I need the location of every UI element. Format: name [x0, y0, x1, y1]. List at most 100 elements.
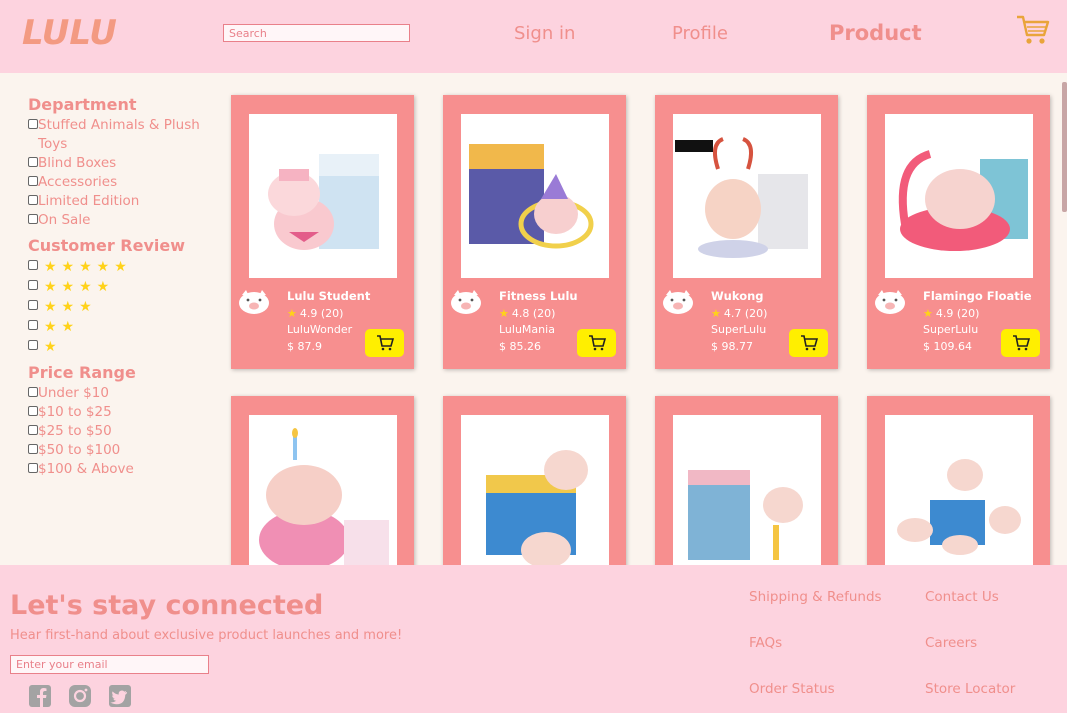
nav-profile[interactable]: Profile	[672, 23, 728, 44]
cart-icon	[800, 335, 818, 351]
logo-text: LULU	[22, 13, 117, 52]
star-rating-icons: ★★	[44, 319, 80, 335]
filter-label: Accessories	[38, 174, 118, 190]
filter-label: $25 to $50	[38, 423, 112, 439]
filter-label: $50 to $100	[38, 442, 121, 458]
link-faqs[interactable]: FAQs	[749, 635, 782, 651]
filter-review-2[interactable]: ★★	[28, 317, 208, 337]
search-input[interactable]	[223, 24, 410, 42]
nav-sign-in[interactable]: Sign in	[514, 23, 575, 44]
filter-price-100-above[interactable]: $100 & Above	[28, 460, 208, 479]
filter-review-3[interactable]: ★★★	[28, 297, 208, 317]
product-name[interactable]: Lulu Student	[287, 289, 370, 303]
cart-icon	[1012, 335, 1030, 351]
filter-label: Stuffed Animals & Plush Toys	[38, 117, 200, 152]
checkbox[interactable]	[28, 406, 38, 416]
product-rating: ★ 4.9 (20)	[923, 307, 979, 320]
add-to-cart-button[interactable]	[789, 329, 828, 357]
checkbox[interactable]	[28, 444, 38, 454]
product-image[interactable]	[461, 415, 609, 579]
filter-price-under-10[interactable]: Under $10	[28, 384, 208, 403]
add-to-cart-button[interactable]	[365, 329, 404, 357]
filter-label: Under $10	[38, 385, 109, 401]
filter-department-on-sale[interactable]: On Sale	[28, 211, 208, 230]
filter-department-accessories[interactable]: Accessories	[28, 173, 208, 192]
star-rating-icons: ★★★	[44, 299, 97, 315]
product-image[interactable]	[885, 114, 1033, 278]
product-card[interactable]: Fitness Lulu ★ 4.8 (20) LuluMania $ 85.26	[443, 95, 626, 369]
checkbox[interactable]	[28, 195, 38, 205]
product-card[interactable]: Lulu Student ★ 4.9 (20) LuluWonder $ 87.9	[231, 95, 414, 369]
filter-label: Blind Boxes	[38, 155, 117, 171]
product-image[interactable]	[673, 415, 821, 579]
lulu-logo[interactable]: LULU	[20, 10, 120, 52]
filter-price-25-50[interactable]: $25 to $50	[28, 422, 208, 441]
link-shipping-refunds[interactable]: Shipping & Refunds	[749, 589, 882, 605]
checkbox[interactable]	[28, 463, 38, 473]
filter-department-blind-boxes[interactable]: Blind Boxes	[28, 154, 208, 173]
pig-avatar-icon	[239, 290, 269, 314]
scrollbar[interactable]	[1062, 82, 1067, 212]
rating-value: 4.7 (20)	[723, 307, 768, 320]
add-to-cart-button[interactable]	[1001, 329, 1040, 357]
checkbox[interactable]	[28, 119, 38, 129]
product-image[interactable]	[461, 114, 609, 278]
pig-avatar-icon	[875, 290, 905, 314]
star-icon: ★	[287, 307, 297, 320]
product-seller[interactable]: LuluMania	[499, 323, 555, 336]
facebook-icon[interactable]	[28, 684, 52, 708]
product-image[interactable]	[673, 114, 821, 278]
checkbox[interactable]	[28, 260, 38, 270]
checkbox[interactable]	[28, 300, 38, 310]
filter-label: $10 to $25	[38, 404, 112, 420]
filter-sidebar: Department Stuffed Animals & Plush Toys …	[28, 95, 208, 479]
instagram-icon[interactable]	[68, 684, 92, 708]
product-rating: ★ 4.9 (20)	[287, 307, 343, 320]
product-card[interactable]: Wukong ★ 4.7 (20) SuperLulu $ 98.77	[655, 95, 838, 369]
checkbox[interactable]	[28, 425, 38, 435]
filter-price-50-100[interactable]: $50 to $100	[28, 441, 208, 460]
product-seller[interactable]: SuperLulu	[923, 323, 978, 336]
product-image[interactable]	[249, 114, 397, 278]
add-to-cart-button[interactable]	[577, 329, 616, 357]
link-store-locator[interactable]: Store Locator	[925, 681, 1015, 697]
filter-review-1[interactable]: ★	[28, 337, 208, 357]
department-heading: Department	[28, 95, 137, 114]
product-image[interactable]	[249, 415, 397, 579]
checkbox[interactable]	[28, 280, 38, 290]
product-card[interactable]: Flamingo Floatie ★ 4.9 (20) SuperLulu $ 1…	[867, 95, 1050, 369]
product-name[interactable]: Fitness Lulu	[499, 289, 578, 303]
rating-value: 4.9 (20)	[299, 307, 344, 320]
checkbox[interactable]	[28, 340, 38, 350]
star-rating-icons: ★★★★★	[44, 259, 132, 275]
filter-price-10-25[interactable]: $10 to $25	[28, 403, 208, 422]
checkbox[interactable]	[28, 157, 38, 167]
product-image[interactable]	[885, 415, 1033, 579]
checkbox[interactable]	[28, 214, 38, 224]
link-careers[interactable]: Careers	[925, 635, 977, 651]
twitter-icon[interactable]	[108, 684, 132, 708]
filter-label: Limited Edition	[38, 193, 140, 209]
filter-department-plush[interactable]: Stuffed Animals & Plush Toys	[28, 116, 208, 154]
link-contact-us[interactable]: Contact Us	[925, 589, 999, 605]
price-heading: Price Range	[28, 363, 136, 382]
product-name[interactable]: Wukong	[711, 289, 764, 303]
product-name[interactable]: Flamingo Floatie	[923, 289, 1032, 303]
rating-value: 4.9 (20)	[935, 307, 980, 320]
filter-department-limited[interactable]: Limited Edition	[28, 192, 208, 211]
cart-icon	[588, 335, 606, 351]
star-icon: ★	[923, 307, 933, 320]
checkbox[interactable]	[28, 387, 38, 397]
star-icon: ★	[499, 307, 509, 320]
nav-product[interactable]: Product	[829, 21, 922, 45]
checkbox[interactable]	[28, 176, 38, 186]
product-seller[interactable]: LuluWonder	[287, 323, 352, 336]
filter-review-5[interactable]: ★★★★★	[28, 257, 208, 277]
product-seller[interactable]: SuperLulu	[711, 323, 766, 336]
link-order-status[interactable]: Order Status	[749, 681, 835, 697]
email-field[interactable]	[10, 655, 209, 674]
cart-icon[interactable]	[1016, 14, 1050, 46]
product-price: $ 98.77	[711, 340, 753, 353]
filter-review-4[interactable]: ★★★★	[28, 277, 208, 297]
checkbox[interactable]	[28, 320, 38, 330]
